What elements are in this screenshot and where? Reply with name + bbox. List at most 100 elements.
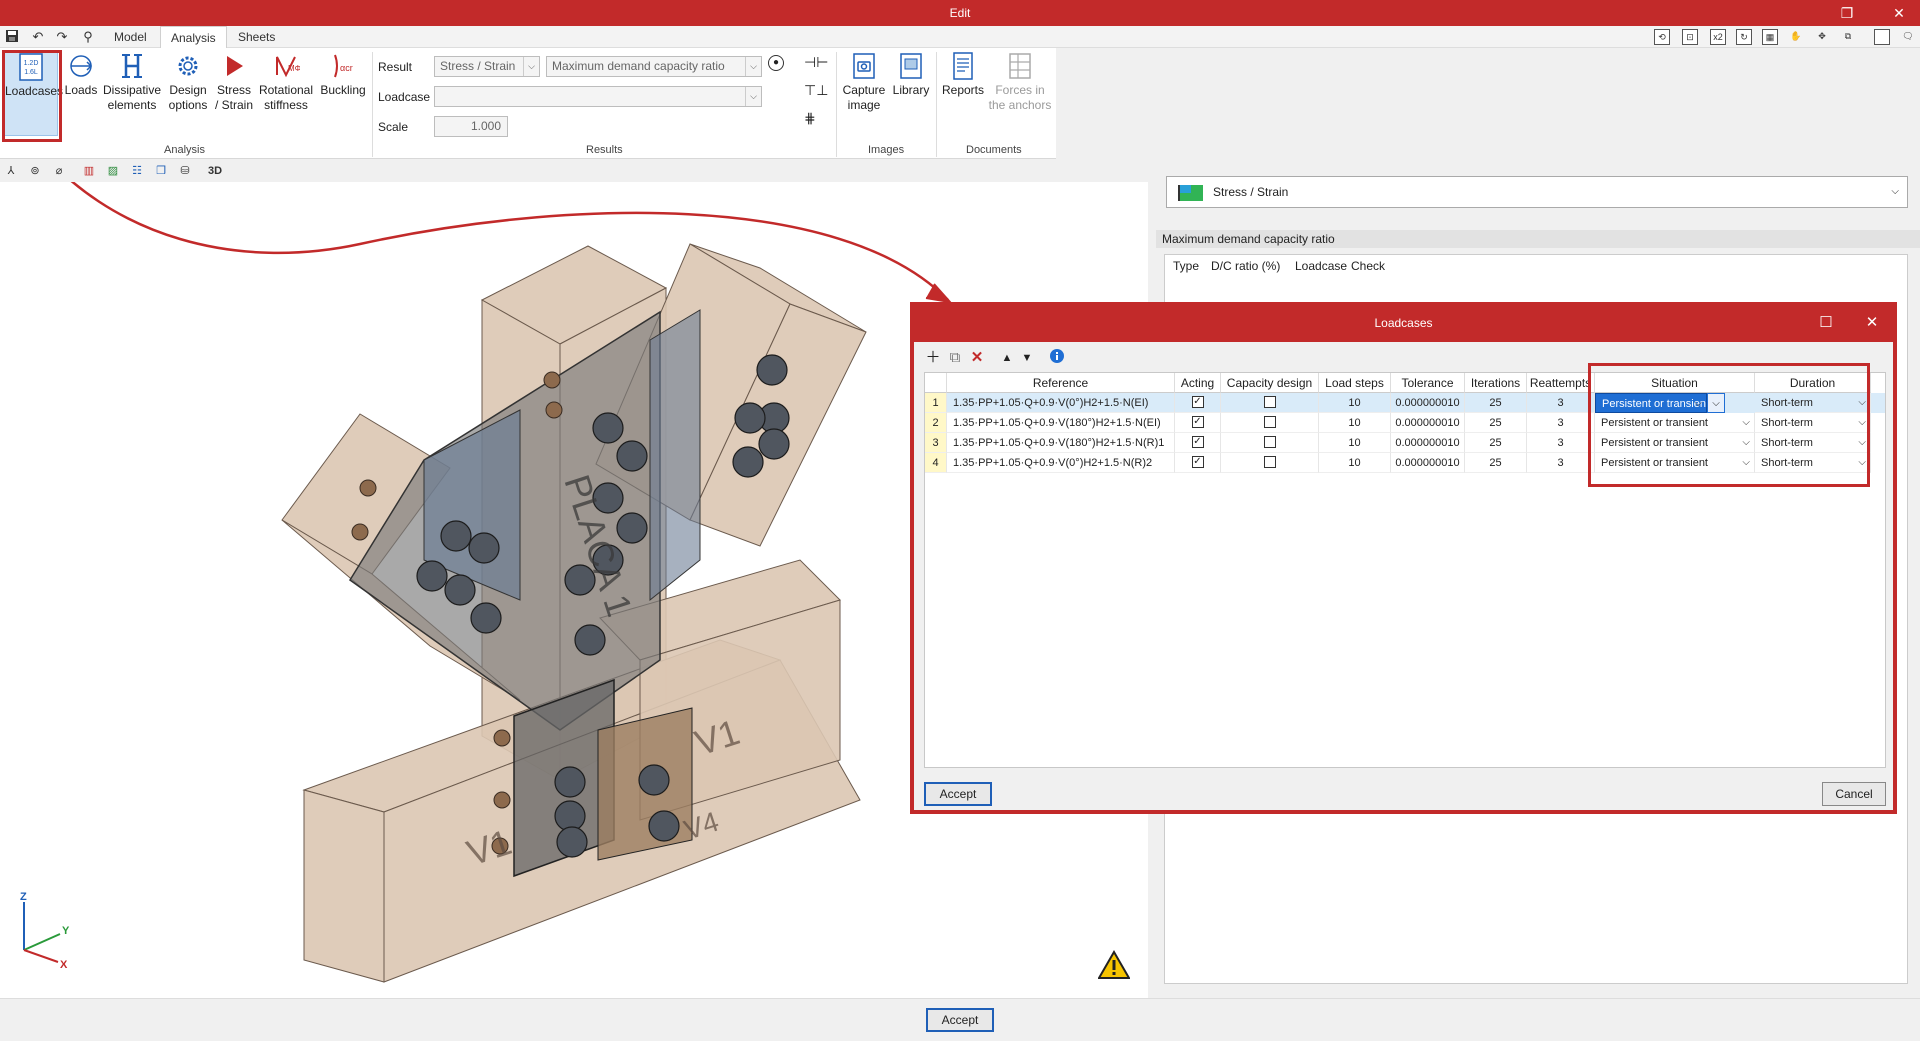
delete-icon[interactable]: ✕: [968, 348, 986, 368]
cell-reference[interactable]: 1.35·PP+1.05·Q+0.9·V(0°)H2+1.5·N(EI): [947, 393, 1175, 413]
checkbox-unchecked[interactable]: [1263, 396, 1276, 409]
dialog-cancel-button[interactable]: Cancel: [1822, 782, 1886, 806]
loadcase-select[interactable]: ⌵: [434, 86, 762, 107]
axis-view-icon[interactable]: ⅄: [2, 162, 20, 180]
tab-analysis[interactable]: Analysis: [160, 26, 227, 48]
view-option-icon-3[interactable]: ⋕: [804, 110, 816, 127]
view-icon-2[interactable]: ⊡: [1682, 29, 1698, 45]
rotational-stiffness-button[interactable]: MΦ Rotational stiffness: [256, 51, 316, 113]
cell-capacity[interactable]: [1221, 453, 1319, 473]
cell-iterations[interactable]: 25: [1465, 433, 1527, 453]
cell-reattempts[interactable]: 3: [1527, 433, 1595, 453]
mesh-icon[interactable]: ▨: [104, 162, 122, 180]
result-select[interactable]: Stress / Strain ⌵: [434, 56, 540, 77]
cell-acting[interactable]: ✓: [1175, 433, 1221, 453]
close-icon[interactable]: ✕: [1884, 0, 1914, 26]
results-group-label: Results: [586, 144, 623, 156]
rotate-view-icon[interactable]: ⌀: [50, 162, 68, 180]
chat-icon[interactable]: 🗨: [1900, 29, 1916, 45]
dialog-close-icon[interactable]: ✕: [1852, 306, 1892, 340]
cell-capacity[interactable]: [1221, 413, 1319, 433]
move-down-icon[interactable]: ▼: [1018, 348, 1036, 368]
result-type-select[interactable]: Maximum demand capacity ratio ⌵: [546, 56, 762, 77]
maximize-icon[interactable]: ☐: [1806, 306, 1846, 340]
legend-icon[interactable]: ●: [768, 55, 784, 71]
checkbox-checked[interactable]: ✓: [1191, 436, 1204, 449]
n-text: 4: [932, 457, 939, 469]
cell-reattempts[interactable]: 3: [1527, 393, 1595, 413]
buckling-button[interactable]: αcr Buckling: [318, 51, 368, 98]
column-tolerance: Tolerance: [1391, 373, 1465, 393]
checkbox-checked[interactable]: ✓: [1191, 456, 1204, 469]
shaded-view-icon[interactable]: ⛁: [176, 162, 194, 180]
cell-reference[interactable]: 1.35·PP+1.05·Q+0.9·V(180°)H2+1.5·N(EI): [947, 413, 1175, 433]
cell-iterations[interactable]: 25: [1465, 413, 1527, 433]
cell-tolerance[interactable]: 0.000000010: [1391, 393, 1465, 413]
copy-icon[interactable]: ⧉: [946, 348, 964, 368]
cell-acting[interactable]: ✓: [1175, 413, 1221, 433]
cell-capacity[interactable]: [1221, 433, 1319, 453]
view-option-icon-2[interactable]: ⊤⊥: [804, 82, 828, 99]
dialog-accept-button[interactable]: Accept: [924, 782, 992, 806]
view-icon-3[interactable]: x2: [1710, 29, 1726, 45]
layers-icon[interactable]: ☷: [128, 162, 146, 180]
cell-acting[interactable]: ✓: [1175, 393, 1221, 413]
checkbox-unchecked[interactable]: [1263, 416, 1276, 429]
info-icon[interactable]: [1048, 348, 1066, 368]
view-icon-4[interactable]: ↻: [1736, 29, 1752, 45]
cell-steps[interactable]: 10: [1319, 433, 1391, 453]
stress-strain-button[interactable]: Stress / Strain: [214, 51, 254, 113]
tab-model[interactable]: Model: [104, 26, 157, 48]
reports-button[interactable]: Reports: [940, 51, 986, 98]
fit-icon[interactable]: ⧉: [1840, 29, 1856, 45]
checkbox-unchecked[interactable]: [1263, 436, 1276, 449]
checkbox-checked[interactable]: ✓: [1191, 396, 1204, 409]
scale-input[interactable]: 1.000: [434, 116, 508, 137]
loads-button[interactable]: Loads: [62, 51, 100, 98]
svg-text:αcr: αcr: [340, 63, 353, 73]
cell-capacity[interactable]: [1221, 393, 1319, 413]
cell-iterations[interactable]: 25: [1465, 453, 1527, 473]
cell-reference[interactable]: 1.35·PP+1.05·Q+0.9·V(0°)H2+1.5·N(R)2: [947, 453, 1175, 473]
cell-tolerance[interactable]: 0.000000010: [1391, 433, 1465, 453]
redo-icon[interactable]: ↷: [54, 29, 70, 45]
add-icon[interactable]: ＋: [924, 348, 942, 368]
move-up-icon[interactable]: ▲: [998, 348, 1016, 368]
checkbox-unchecked[interactable]: [1263, 456, 1276, 469]
cell-iterations[interactable]: 25: [1465, 393, 1527, 413]
cube-icon[interactable]: ❒: [152, 162, 170, 180]
results-type-select[interactable]: Stress / Strain ⌵: [1166, 176, 1908, 208]
search-icon[interactable]: ⚲: [80, 29, 96, 45]
restore-icon[interactable]: ❐: [1832, 0, 1862, 26]
accept-button[interactable]: Accept: [926, 1008, 994, 1032]
capture-image-button[interactable]: Capture image: [840, 51, 888, 113]
orbit-icon[interactable]: ✥: [1814, 29, 1830, 45]
view-option-icon-1[interactable]: ⊣⊢: [804, 54, 828, 71]
cell-tolerance[interactable]: 0.000000010: [1391, 453, 1465, 473]
section-icon[interactable]: ▥: [80, 162, 98, 180]
save-icon[interactable]: [4, 29, 20, 45]
window-icon[interactable]: [1874, 29, 1890, 45]
plan-view-icon[interactable]: ⊚: [26, 162, 44, 180]
cell-reference[interactable]: 1.35·PP+1.05·Q+0.9·V(180°)H2+1.5·N(R)1: [947, 433, 1175, 453]
3d-view-icon[interactable]: 3D: [206, 162, 224, 180]
checkbox-checked[interactable]: ✓: [1191, 416, 1204, 429]
warning-icon[interactable]: [1098, 950, 1130, 980]
forces-in-anchors-button[interactable]: Forces in the anchors: [988, 51, 1052, 113]
library-button[interactable]: Library: [890, 51, 932, 98]
tab-sheets[interactable]: Sheets: [228, 26, 285, 48]
cell-reattempts[interactable]: 3: [1527, 453, 1595, 473]
cell-reattempts[interactable]: 3: [1527, 413, 1595, 433]
cell-steps[interactable]: 10: [1319, 413, 1391, 433]
axes-triad: Z Y X: [20, 891, 70, 970]
design-options-button[interactable]: Design options: [166, 51, 210, 113]
view-icon-5[interactable]: ▦: [1762, 29, 1778, 45]
pan-hand-icon[interactable]: ✋: [1788, 29, 1804, 45]
undo-icon[interactable]: ↶: [30, 29, 46, 45]
cell-acting[interactable]: ✓: [1175, 453, 1221, 473]
cell-steps[interactable]: 10: [1319, 453, 1391, 473]
view-icon-1[interactable]: ⟲: [1654, 29, 1670, 45]
cell-steps[interactable]: 10: [1319, 393, 1391, 413]
dissipative-elements-button[interactable]: Dissipative elements: [102, 51, 162, 113]
cell-tolerance[interactable]: 0.000000010: [1391, 413, 1465, 433]
